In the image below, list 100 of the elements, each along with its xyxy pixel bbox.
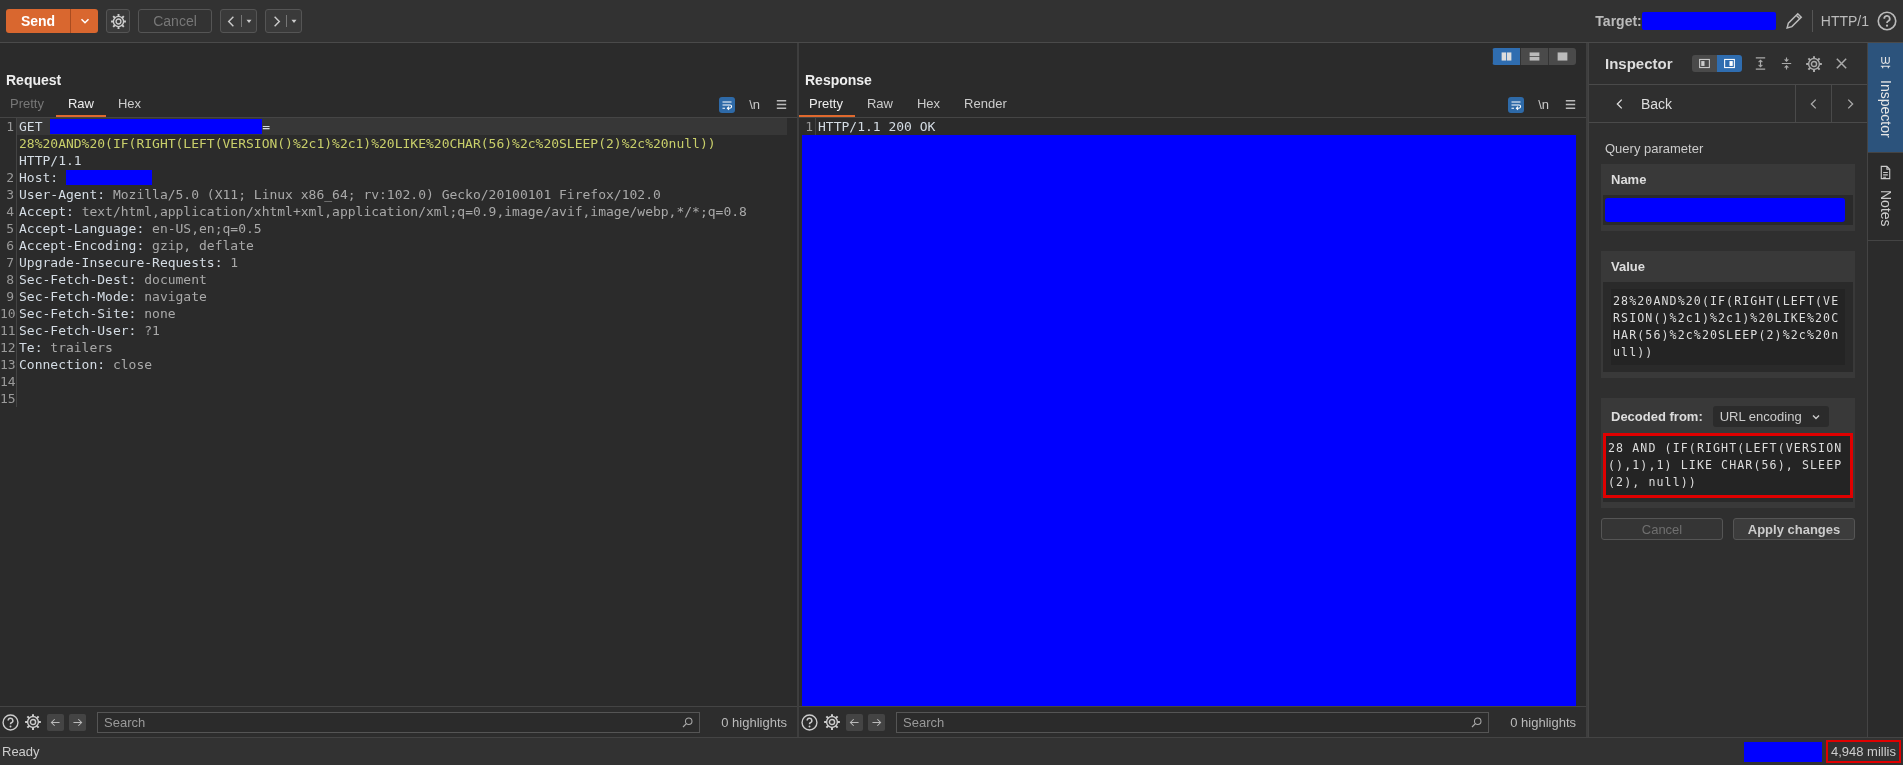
field-label: Value — [1610, 259, 1646, 276]
line-number: 10 — [0, 305, 16, 322]
pencil-icon[interactable] — [1783, 11, 1804, 31]
help-icon[interactable] — [801, 713, 818, 731]
response-time: 4,948 millis — [1825, 740, 1901, 763]
layout-toggle[interactable] — [1492, 48, 1520, 65]
help-icon[interactable] — [2, 713, 19, 731]
layout-toggle[interactable] — [1691, 55, 1717, 72]
header-value: document — [144, 271, 207, 288]
inspector-title: Inspector — [1605, 55, 1673, 72]
document-icon — [1878, 164, 1893, 180]
previous-button[interactable] — [846, 713, 863, 731]
help-icon[interactable] — [1877, 11, 1897, 31]
settings-icon[interactable] — [1804, 54, 1823, 73]
protocol-label: HTTP/1 — [1820, 13, 1869, 29]
header-value: none — [144, 305, 176, 322]
next-button[interactable] — [69, 713, 86, 731]
header-value: 1 — [230, 254, 239, 271]
wrap-lines-icon[interactable] — [719, 96, 736, 113]
code-text: Te: — [19, 339, 44, 356]
layout-toggle[interactable] — [1716, 55, 1742, 72]
code-text: Accept-Language: — [19, 220, 146, 237]
query-string: 28%20AND%20(IF(RIGHT(LEFT(VERSION()%2c1)%2c1)%20LIKE%20CHAR(56)%2c%20SLEEP(2)%2c%20null)) — [19, 135, 716, 152]
code-text: = — [262, 118, 271, 135]
line-number: 1 — [5, 118, 15, 135]
tab[interactable]: Hex — [106, 92, 154, 117]
line-number: 12 — [0, 339, 16, 356]
right-panel-icon — [1722, 57, 1736, 70]
header-value: trailers — [50, 339, 113, 356]
encoding-dropdown[interactable]: URL encoding — [1712, 406, 1829, 427]
send-button[interactable]: Send — [6, 9, 70, 33]
previous-button[interactable] — [47, 713, 64, 731]
line-number: 1 — [804, 118, 814, 135]
field-label: Decoded from: — [1611, 409, 1703, 424]
line-number: 9 — [5, 288, 15, 305]
code-text: Upgrade-Insecure-Requests: — [19, 254, 224, 271]
code-text: Connection: — [19, 356, 107, 373]
section-heading: Query parameter — [1604, 140, 1705, 158]
two-rows-icon — [1528, 50, 1541, 63]
newline-toggle[interactable]: \n — [749, 97, 760, 112]
next-button[interactable] — [868, 713, 885, 731]
line-number: 15 — [0, 390, 16, 407]
header-value: navigate — [144, 288, 207, 305]
header-value: ?1 — [144, 322, 160, 339]
tab[interactable]: Render — [952, 92, 1019, 117]
code-text: Sec-Fetch-Site: — [19, 305, 138, 322]
header-value: gzip, deflate — [152, 237, 254, 254]
back-button[interactable] — [220, 9, 257, 33]
settings-icon[interactable] — [823, 713, 841, 731]
newline-toggle[interactable]: \n — [1538, 97, 1549, 112]
tab[interactable]: Hex — [905, 92, 953, 117]
wrap-lines-icon[interactable] — [1508, 96, 1525, 113]
two-columns-icon — [1500, 50, 1513, 63]
search-field[interactable]: Search — [97, 711, 701, 733]
layout-toggle[interactable] — [1548, 48, 1576, 65]
tab[interactable]: Raw — [854, 92, 905, 117]
layout-toggle[interactable] — [1520, 48, 1548, 65]
line-number: 7 — [5, 254, 15, 271]
side-tab[interactable]: Notes — [1868, 152, 1903, 242]
line-number: 6 — [5, 237, 15, 254]
line-number: 4 — [5, 203, 15, 220]
code-text: Sec-Fetch-Dest: — [19, 271, 138, 288]
line-number: 11 — [0, 322, 16, 339]
single-pane-icon — [1556, 50, 1569, 63]
menu-icon[interactable] — [774, 97, 789, 112]
status-text: Ready — [2, 744, 40, 759]
search-icon — [681, 715, 695, 729]
forward-button[interactable] — [265, 9, 302, 33]
tab[interactable]: Pretty — [799, 92, 855, 117]
code-text: Sec-Fetch-User: — [19, 322, 138, 339]
inspector-icon — [1878, 55, 1893, 70]
value-field[interactable]: 28%20AND%20(IF(RIGHT(LEFT(VERSION()%2c1)%2c1)%20LIKE%20CHAR(56)%2c%20SLEEP(2)%2c%20null)) — [1611, 289, 1845, 365]
panel-title: Response — [805, 72, 872, 88]
field-label: Name — [1610, 172, 1648, 189]
highlights-count: 0 highlights — [1509, 714, 1577, 730]
line-number: 14 — [0, 373, 16, 390]
line-number: 8 — [5, 271, 15, 288]
settings-icon[interactable] — [24, 713, 42, 731]
header-value: close — [112, 356, 153, 373]
code-text: Accept-Encoding: — [19, 237, 146, 254]
code-text: HTTP/1.1 — [19, 152, 82, 169]
left-panel-icon — [1697, 57, 1711, 70]
line-number: 13 — [0, 356, 16, 373]
settings-icon — [109, 12, 127, 30]
side-tab[interactable]: Inspector — [1868, 43, 1903, 153]
menu-icon[interactable] — [1563, 97, 1578, 112]
search-icon — [1470, 715, 1484, 729]
settings-button[interactable] — [106, 9, 130, 33]
send-options-button[interactable] — [70, 9, 98, 33]
code-text: Sec-Fetch-Mode: — [19, 288, 138, 305]
line-number: 2 — [5, 169, 15, 186]
search-field[interactable]: Search — [896, 711, 1490, 733]
close-icon[interactable] — [1833, 56, 1849, 71]
highlights-count: 0 highlights — [720, 714, 788, 730]
code-text: User-Agent: — [19, 186, 107, 203]
back-button[interactable]: Back — [1589, 85, 1795, 122]
action-button[interactable]: Apply changes — [1733, 518, 1855, 540]
decoded-value-field[interactable]: 28 AND (IF(RIGHT(LEFT(VERSION(),1),1) LIKE CHAR(56), SLEEP(2), null)) — [1603, 433, 1853, 498]
target-label: Target: — [1595, 13, 1642, 29]
line-number: 5 — [5, 220, 15, 237]
